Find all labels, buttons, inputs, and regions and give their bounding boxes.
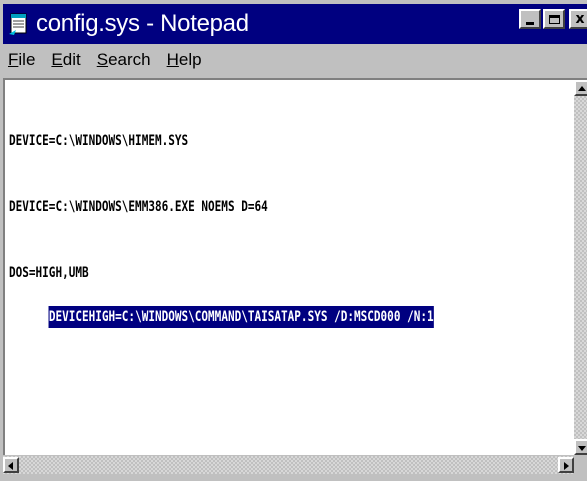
close-icon: x [575, 11, 585, 27]
minimize-button[interactable] [519, 9, 541, 29]
minimize-icon [526, 21, 534, 25]
horizontal-scrollbar[interactable] [3, 455, 574, 474]
scroll-up-arrow-icon [578, 86, 586, 91]
menu-bar: File Edit Search Help [3, 46, 587, 74]
scroll-up-button[interactable] [574, 80, 587, 96]
menu-edit-accel: E [51, 50, 63, 69]
close-button[interactable]: x [569, 9, 587, 29]
menu-search-label: earch [108, 50, 151, 69]
scroll-left-arrow-icon [8, 462, 13, 470]
menu-edit[interactable]: Edit [43, 50, 88, 70]
document-text[interactable]: DEVICE=C:\WINDOWS\HIMEM.SYS DEVICE=C:\WI… [9, 86, 434, 350]
menu-edit-label: dit [62, 50, 81, 69]
notepad-icon[interactable] [8, 12, 30, 36]
size-grip[interactable] [574, 455, 587, 473]
title-bar[interactable]: config.sys - Notepad [3, 4, 587, 44]
scroll-down-button[interactable] [574, 439, 587, 455]
menu-help[interactable]: Help [159, 50, 210, 70]
menu-help-accel: H [166, 50, 179, 69]
scroll-down-arrow-icon [578, 446, 586, 451]
caption-buttons: x [519, 9, 587, 29]
text-editor[interactable]: DEVICE=C:\WINDOWS\HIMEM.SYS DEVICE=C:\WI… [3, 78, 587, 455]
document-line[interactable]: DEVICE=C:\WINDOWS\HIMEM.SYS [9, 130, 434, 152]
menu-search-accel: S [96, 50, 109, 69]
menu-help-label: elp [178, 50, 202, 69]
scroll-right-arrow-icon [564, 462, 569, 470]
maximize-icon [548, 14, 560, 24]
scroll-left-button[interactable] [3, 457, 19, 473]
document-line[interactable]: DEVICE=C:\WINDOWS\EMM386.EXE NOEMS D=64 [9, 196, 434, 218]
window-title: config.sys - Notepad [36, 10, 249, 37]
vertical-scrollbar[interactable] [574, 80, 587, 455]
menu-file-accel: F [8, 50, 19, 69]
maximize-button[interactable] [543, 9, 565, 29]
scroll-right-button[interactable] [558, 457, 574, 473]
menu-file[interactable]: File [3, 50, 43, 70]
menu-file-label: ile [18, 50, 36, 69]
notepad-window: config.sys - Notepad x File Edit Search … [0, 0, 587, 481]
menu-search[interactable]: Search [89, 50, 159, 70]
document-line-selected[interactable]: DEVICEHIGH=C:\WINDOWS\COMMAND\TAISATAP.S… [48, 306, 434, 328]
document-line[interactable]: DOS=HIGH,UMB [9, 262, 434, 284]
